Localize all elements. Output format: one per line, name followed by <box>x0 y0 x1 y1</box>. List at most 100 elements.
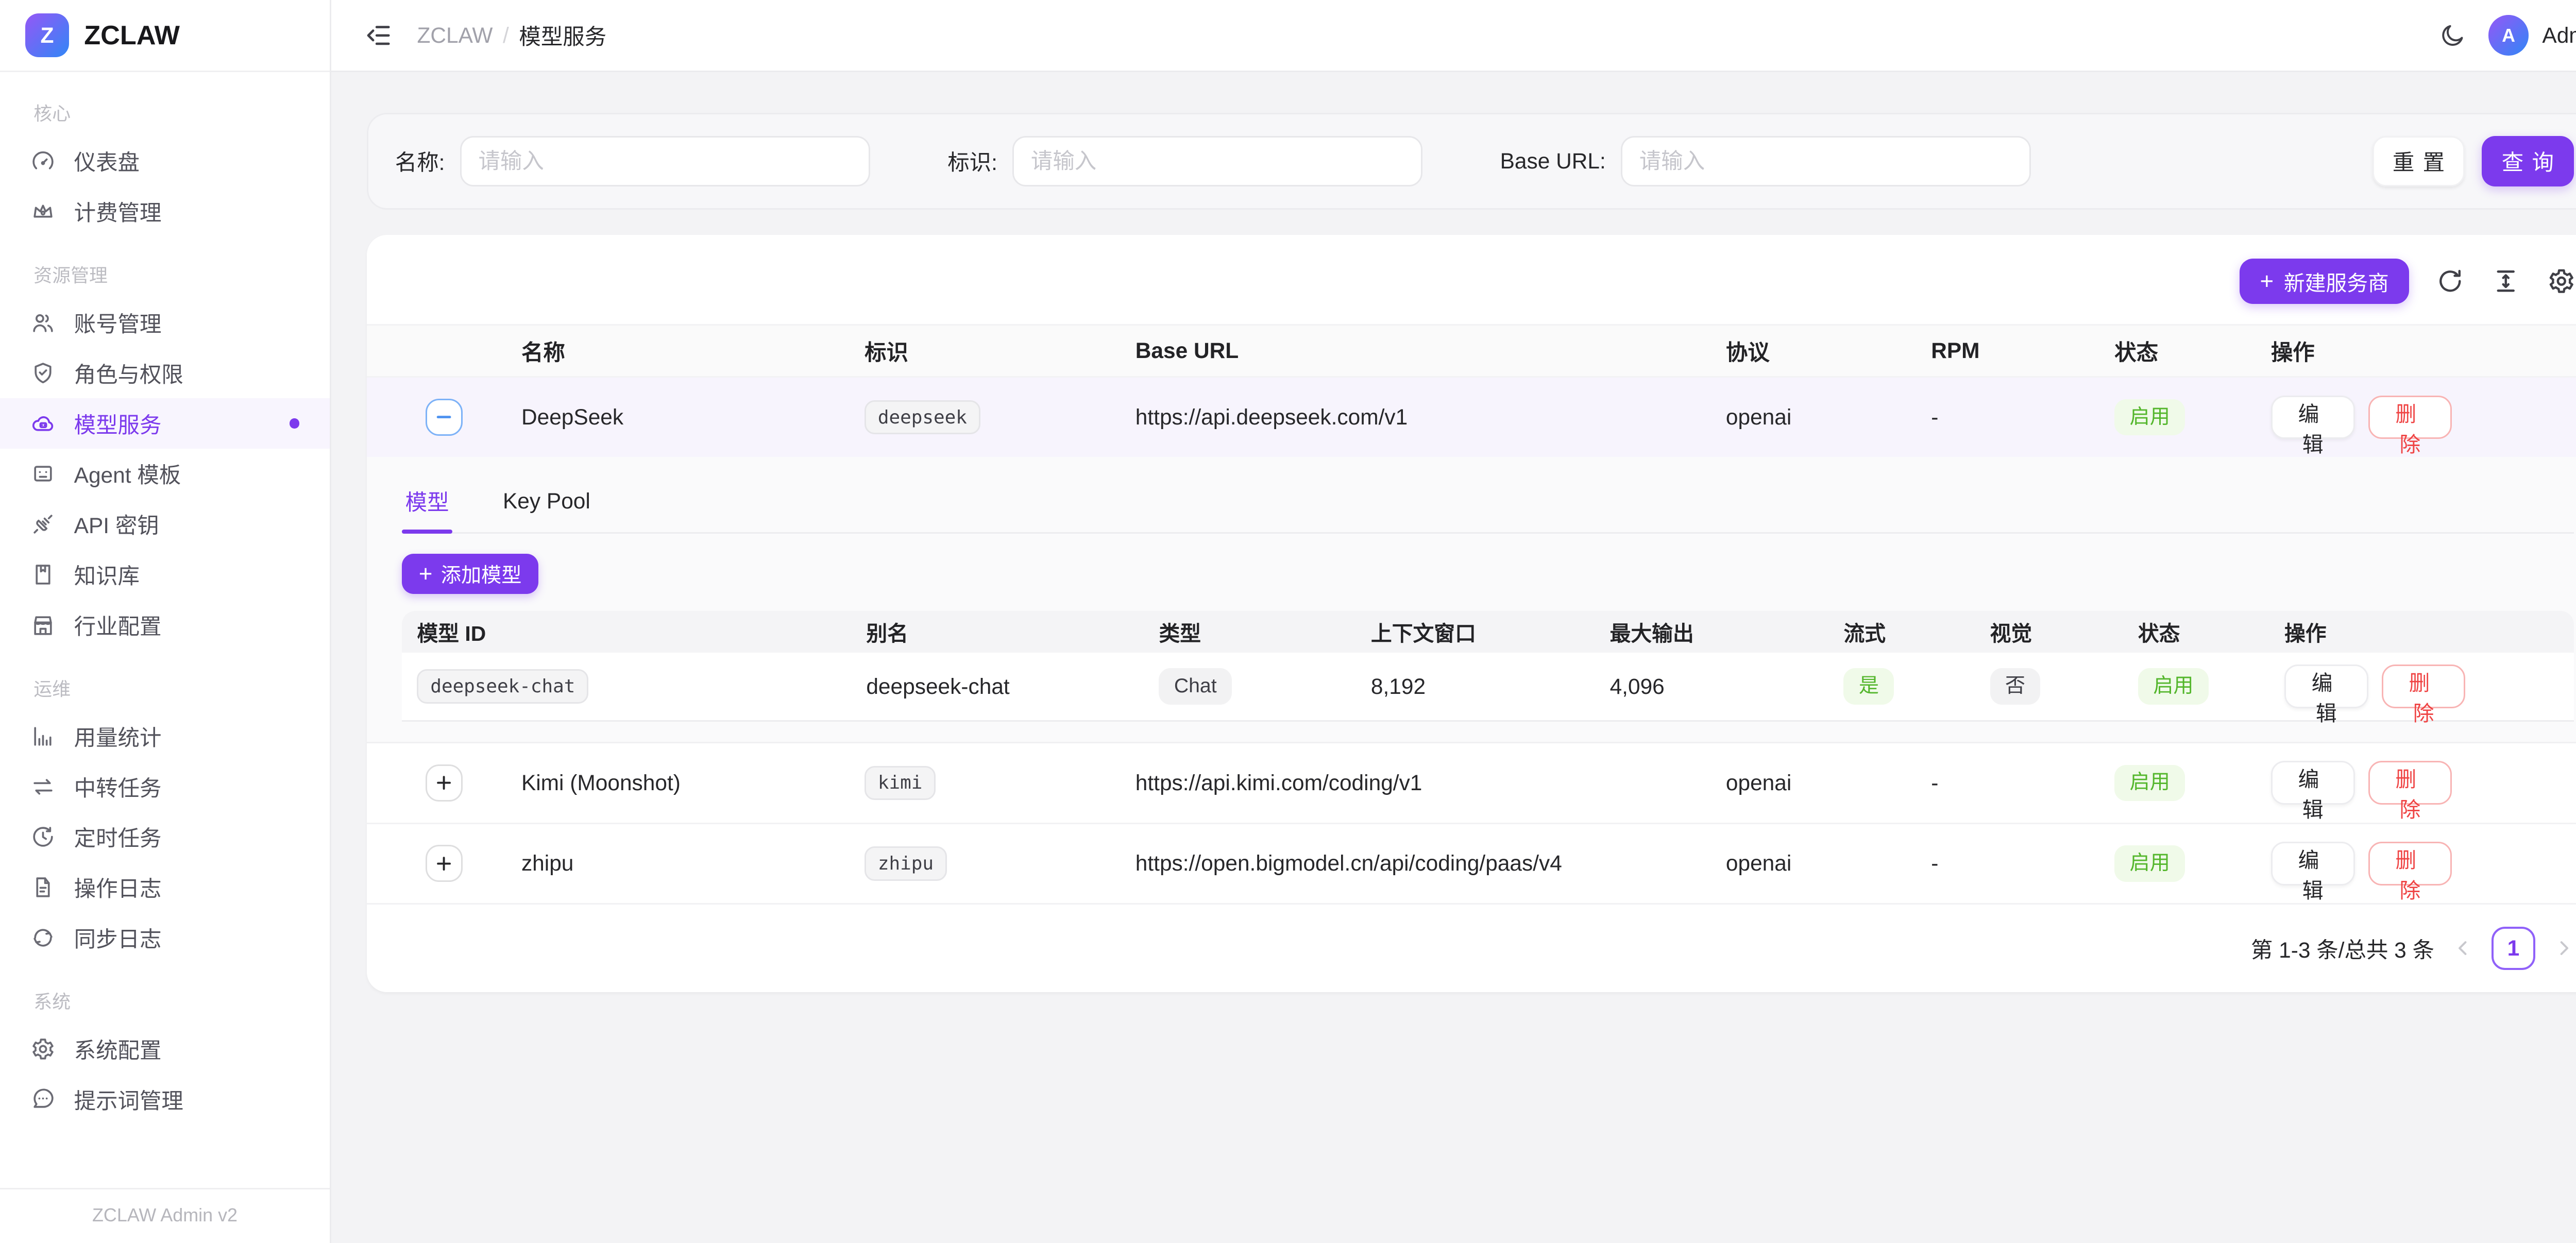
sidebar-item-relay-tasks[interactable]: 中转任务 <box>0 761 330 812</box>
edit-button[interactable]: 编辑 <box>2271 761 2355 805</box>
filter-label-name: 名称: <box>395 145 445 177</box>
provider-row-zhipu[interactable]: zhipu zhipu https://open.bigmodel.cn/api… <box>367 824 2576 905</box>
sidebar-item-knowledge-base[interactable]: 知识库 <box>0 550 330 600</box>
provider-protocol: openai <box>1726 771 1931 795</box>
industry-icon <box>30 612 56 638</box>
prompt-chat-icon <box>30 1087 56 1112</box>
sidebar-item-scheduled-tasks[interactable]: 定时任务 <box>0 812 330 862</box>
sidebar-item-label: 用量统计 <box>74 721 162 752</box>
edit-button[interactable]: 编辑 <box>2271 396 2355 439</box>
status-badge: 启用 <box>2114 845 2185 882</box>
api-key-icon <box>30 512 56 537</box>
column-header: 视觉 <box>1990 617 2138 647</box>
dashboard-icon <box>30 148 56 174</box>
sidebar-item-label: 计费管理 <box>74 196 162 227</box>
sidebar-item-label: 提示词管理 <box>74 1084 183 1115</box>
sidebar-item-agent-templates[interactable]: Agent 模板 <box>0 449 330 499</box>
provider-name: DeepSeek <box>521 405 865 430</box>
dark-mode-toggle[interactable] <box>2439 22 2466 48</box>
row-height-button[interactable] <box>2492 267 2520 296</box>
page-number-current[interactable]: 1 <box>2492 927 2535 970</box>
usage-chart-icon <box>30 724 56 749</box>
sidebar-item-accounts[interactable]: 账号管理 <box>0 297 330 348</box>
edit-button[interactable]: 编辑 <box>2271 842 2355 886</box>
operation-log-icon <box>30 875 56 900</box>
model-alias: deepseek-chat <box>866 674 1159 699</box>
base-url-filter-input[interactable] <box>1621 136 2031 186</box>
moon-icon <box>2439 22 2466 48</box>
provider-base-url: https://api.deepseek.com/v1 <box>1136 405 1726 430</box>
sidebar-item-label: 仪表盘 <box>74 145 140 177</box>
collapse-row-button[interactable] <box>426 399 463 436</box>
delete-button[interactable]: 删除 <box>2382 665 2466 708</box>
next-page-button[interactable] <box>2554 938 2574 958</box>
provider-row-deepseek[interactable]: DeepSeek deepseek https://api.deepseek.c… <box>367 378 2576 456</box>
sidebar-nav: 核心 仪表盘 计费管理 资源管理 账号管理 角色与权限 模型服务 <box>0 72 330 1128</box>
breadcrumb: ZCLAW / 模型服务 <box>417 20 606 51</box>
reset-button[interactable]: 重置 <box>2372 136 2465 186</box>
provider-protocol: openai <box>1726 851 1931 876</box>
sidebar-item-usage-stats[interactable]: 用量统计 <box>0 711 330 761</box>
expand-row-button[interactable] <box>426 845 463 882</box>
prev-page-button[interactable] <box>2453 938 2473 958</box>
sidebar-collapse-button[interactable] <box>365 21 394 50</box>
sidebar-item-operation-logs[interactable]: 操作日志 <box>0 862 330 913</box>
column-header: 别名 <box>866 617 1159 647</box>
refresh-button[interactable] <box>2436 267 2465 296</box>
shield-check-icon <box>30 361 56 386</box>
column-header: 名称 <box>521 335 865 367</box>
plus-icon: + <box>419 562 433 586</box>
status-badge: 启用 <box>2114 399 2185 436</box>
nav-section-label-resources: 资源管理 <box>0 237 330 297</box>
column-header: 状态 <box>2138 617 2284 647</box>
add-model-button[interactable]: + 添加模型 <box>402 554 538 594</box>
pagination: 第 1-3 条/总共 3 条 1 <box>367 905 2576 992</box>
column-settings-button[interactable] <box>2547 267 2576 296</box>
nav-section-label-ops: 运维 <box>0 651 330 711</box>
sidebar-item-prompt-management[interactable]: 提示词管理 <box>0 1074 330 1125</box>
robot-icon <box>30 461 56 486</box>
status-badge: 启用 <box>2114 765 2185 802</box>
model-row-deepseek-chat[interactable]: deepseek-chat deepseek-chat Chat 8,192 4… <box>402 653 2574 722</box>
provider-protocol: openai <box>1726 405 1931 430</box>
sidebar: Z ZCLAW 核心 仪表盘 计费管理 资源管理 账号管理 角色与权限 <box>0 0 331 1243</box>
model-max-output: 4,096 <box>1610 674 1844 699</box>
tab-key-pool[interactable]: Key Pool <box>499 473 594 532</box>
provider-base-url: https://open.bigmodel.cn/api/coding/paas… <box>1136 851 1726 876</box>
filter-group-name: 名称: <box>395 136 870 186</box>
brand-logo: Z <box>25 13 69 57</box>
name-filter-input[interactable] <box>460 136 870 186</box>
knowledge-icon <box>30 562 56 587</box>
column-header: 操作 <box>2284 617 2574 647</box>
model-context-window: 8,192 <box>1371 674 1610 699</box>
delete-button[interactable]: 删除 <box>2368 761 2452 805</box>
sidebar-item-system-config[interactable]: 系统配置 <box>0 1024 330 1074</box>
sidebar-item-model-services[interactable]: 模型服务 <box>0 398 330 449</box>
filter-label-slug: 标识: <box>947 145 997 177</box>
create-provider-button[interactable]: + 新建服务商 <box>2240 259 2409 304</box>
search-button[interactable]: 查询 <box>2482 136 2574 186</box>
delete-button[interactable]: 删除 <box>2368 396 2452 439</box>
main-area: ZCLAW / 模型服务 A Admin 名称: <box>331 0 2576 1243</box>
user-menu[interactable]: A Admin <box>2488 15 2576 55</box>
delete-button[interactable]: 删除 <box>2368 842 2452 886</box>
sidebar-item-industry-config[interactable]: 行业配置 <box>0 600 330 651</box>
sidebar-item-api-keys[interactable]: API 密钥 <box>0 499 330 550</box>
tab-models[interactable]: 模型 <box>402 473 452 532</box>
sidebar-item-sync-logs[interactable]: 同步日志 <box>0 913 330 963</box>
gear-icon <box>2547 267 2576 296</box>
avatar: A <box>2488 15 2529 55</box>
edit-button[interactable]: 编辑 <box>2284 665 2368 708</box>
app-root: Z ZCLAW 核心 仪表盘 计费管理 资源管理 账号管理 角色与权限 <box>0 0 2576 1243</box>
slug-filter-input[interactable] <box>1012 136 1422 186</box>
model-type-badge: Chat <box>1159 668 1232 705</box>
provider-row-kimi[interactable]: Kimi (Moonshot) kimi https://api.kimi.co… <box>367 743 2576 824</box>
sidebar-item-billing[interactable]: 计费管理 <box>0 186 330 237</box>
breadcrumb-root[interactable]: ZCLAW <box>417 23 493 48</box>
sidebar-item-dashboard[interactable]: 仪表盘 <box>0 136 330 186</box>
column-header: Base URL <box>1136 338 1726 363</box>
providers-table-header: 名称 标识 Base URL 协议 RPM 状态 操作 <box>367 324 2576 378</box>
sidebar-item-roles[interactable]: 角色与权限 <box>0 348 330 398</box>
expand-row-button[interactable] <box>426 764 463 802</box>
settings-gear-icon <box>30 1036 56 1062</box>
